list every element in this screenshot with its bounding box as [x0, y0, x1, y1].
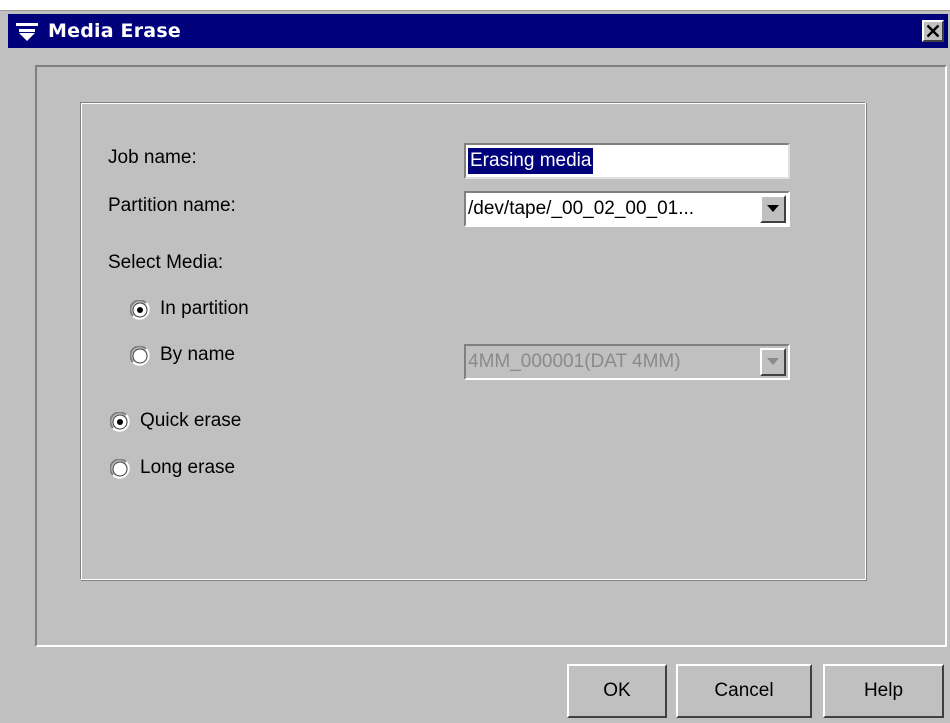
- quick-erase-radio[interactable]: [110, 412, 130, 432]
- job-name-value: Erasing media: [468, 148, 594, 174]
- close-icon: [926, 24, 940, 38]
- long-erase-label: Long erase: [140, 457, 236, 478]
- by-name-label: By name: [160, 344, 235, 365]
- by-name-value: 4MM_000001(DAT 4MM): [468, 351, 681, 372]
- by-name-select: 4MM_000001(DAT 4MM): [464, 344, 790, 380]
- partition-name-label: Partition name:: [108, 195, 236, 216]
- by-name-dropdown-button: [760, 348, 786, 376]
- quick-erase-label: Quick erase: [140, 410, 242, 431]
- ok-button[interactable]: OK: [567, 664, 667, 718]
- long-erase-radio[interactable]: [110, 459, 130, 479]
- partition-dropdown-button[interactable]: [760, 195, 786, 223]
- window-top-edge: [0, 0, 950, 11]
- in-partition-radio[interactable]: [130, 300, 150, 320]
- partition-name-value: /dev/tape/_00_02_00_01...: [468, 198, 695, 219]
- media-erase-dialog: Media Erase Job name: Erasing media Part…: [0, 0, 950, 723]
- title-bar[interactable]: Media Erase: [8, 14, 948, 48]
- by-name-radio[interactable]: [130, 346, 150, 366]
- radio-selected-icon: [117, 419, 123, 425]
- dropdown-arrow-icon: [767, 358, 779, 365]
- help-button[interactable]: Help: [823, 664, 944, 718]
- dropdown-arrow-icon: [767, 205, 779, 212]
- in-partition-label: In partition: [160, 298, 249, 319]
- window-menu-icon[interactable]: [16, 22, 38, 42]
- job-name-field[interactable]: Erasing media: [464, 143, 790, 179]
- radio-selected-icon: [137, 307, 143, 313]
- partition-name-select[interactable]: /dev/tape/_00_02_00_01...: [464, 191, 790, 227]
- cancel-button[interactable]: Cancel: [676, 664, 812, 718]
- window-title: Media Erase: [48, 20, 181, 42]
- close-button[interactable]: [922, 20, 944, 42]
- select-media-label: Select Media:: [108, 252, 224, 273]
- job-name-label: Job name:: [108, 147, 197, 168]
